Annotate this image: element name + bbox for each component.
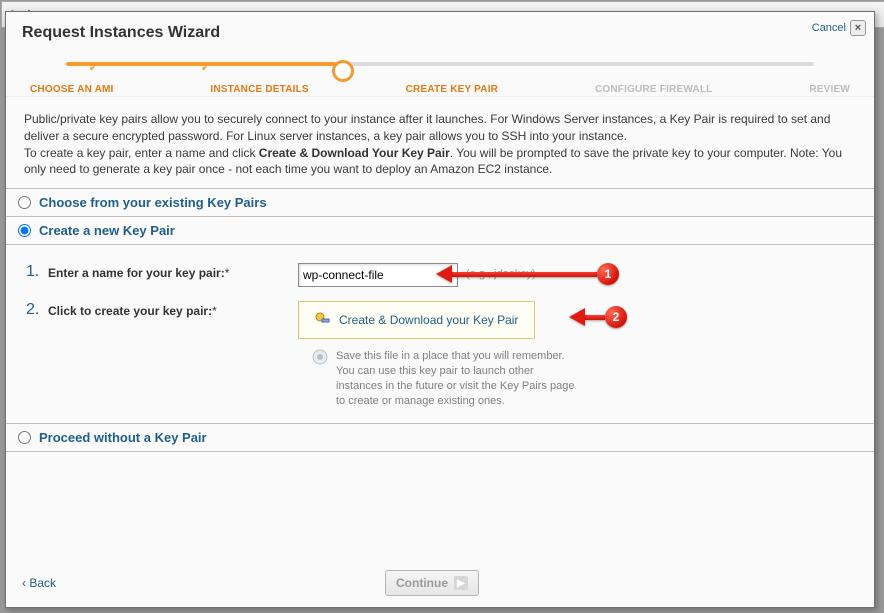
continue-label: Continue: [396, 576, 448, 590]
arrow-right-icon: ▶: [454, 576, 468, 590]
annotation-1: 1: [436, 263, 619, 285]
desc-line2a: To create a key pair, enter a name and c…: [24, 146, 259, 160]
keypair-options: Choose from your existing Key Pairs Crea…: [6, 188, 874, 451]
key-icon: [315, 312, 331, 328]
arrow-head-icon: [569, 308, 585, 326]
wizard-steps: ✓ ✓ CHOOSE AN AMI INSTANCE DETAILS CREAT…: [6, 56, 874, 97]
step-number-1: 1.: [26, 263, 44, 281]
create-keypair-label: Click to create your key pair:*: [48, 301, 298, 321]
option-no-keypair[interactable]: Proceed without a Key Pair: [6, 424, 874, 451]
radio-none[interactable]: [18, 431, 31, 444]
arrow-shaft: [585, 315, 605, 320]
step-create-key-pair[interactable]: CREATE KEY PAIR: [406, 84, 498, 95]
annotation-2: 2: [569, 306, 627, 328]
back-button[interactable]: ‹ Back: [22, 576, 56, 590]
annotation-badge-2: 2: [605, 306, 627, 328]
cancel-label: Cancel: [812, 22, 846, 34]
option-existing-label: Choose from your existing Key Pairs: [39, 195, 267, 210]
arrow-shaft: [452, 272, 597, 277]
step-configure-firewall: CONFIGURE FIREWALL: [595, 84, 712, 95]
arrow-head-icon: [436, 265, 452, 283]
option-create-label: Create a new Key Pair: [39, 223, 175, 238]
step-review: REVIEW: [809, 84, 850, 95]
modal-title: Request Instances Wizard: [6, 12, 874, 56]
radio-create[interactable]: [18, 224, 31, 237]
annotation-badge-1: 1: [597, 263, 619, 285]
create-download-label: Create & Download your Key Pair: [339, 313, 518, 327]
close-icon: ×: [850, 20, 866, 36]
save-note-text: Save this file in a place that you will …: [336, 349, 582, 408]
desc-line1: Public/private key pairs allow you to se…: [24, 112, 830, 143]
radio-existing[interactable]: [18, 196, 31, 209]
keypair-name-label: Enter a name for your key pair:*: [48, 263, 298, 283]
keypair-name-input[interactable]: [298, 263, 458, 287]
info-icon: [312, 349, 328, 365]
create-download-button[interactable]: Create & Download your Key Pair: [298, 301, 535, 339]
step-number-2: 2.: [26, 301, 44, 319]
option-none-label: Proceed without a Key Pair: [39, 430, 207, 445]
cancel-button[interactable]: Cancel ×: [812, 20, 866, 36]
wizard-modal: Request Instances Wizard Cancel × ✓ ✓ CH…: [5, 11, 875, 608]
description-text: Public/private key pairs allow you to se…: [6, 97, 874, 188]
desc-bold: Create & Download Your Key Pair: [259, 146, 450, 160]
check-icon: ✓: [88, 60, 98, 74]
option-create-keypair[interactable]: Create a new Key Pair: [6, 217, 874, 244]
wizard-footer: ‹ Back Continue ▶: [6, 559, 874, 607]
progress-line: ✓ ✓: [66, 62, 814, 66]
check-icon: ✓: [201, 60, 211, 74]
current-step-knob: [332, 60, 354, 82]
step-choose-ami[interactable]: CHOOSE AN AMI: [30, 84, 114, 95]
save-note: Save this file in a place that you will …: [312, 349, 582, 408]
continue-button: Continue ▶: [385, 570, 479, 596]
option-existing-keypair[interactable]: Choose from your existing Key Pairs: [6, 189, 874, 216]
step-instance-details[interactable]: INSTANCE DETAILS: [210, 84, 308, 95]
